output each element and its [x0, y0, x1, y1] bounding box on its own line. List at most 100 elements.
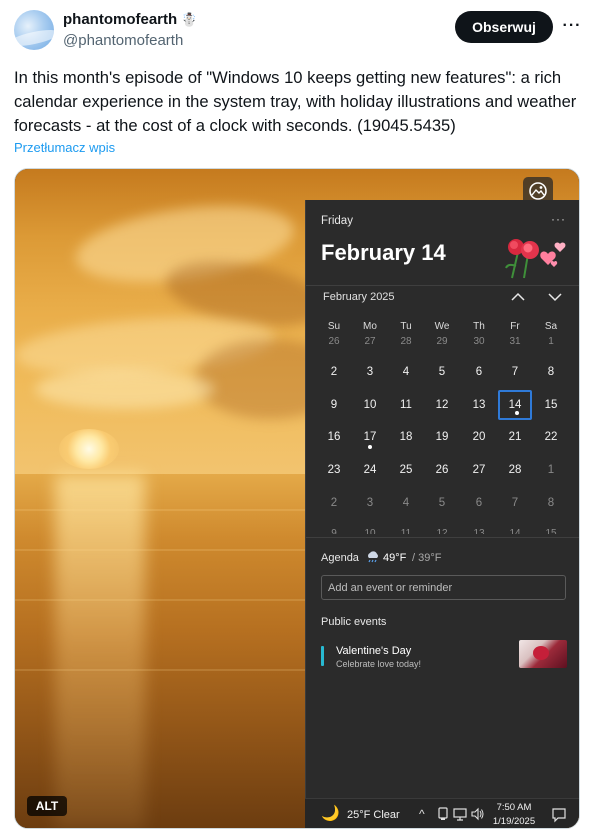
calendar-day[interactable]: 16 — [316, 422, 352, 452]
calendar-day-number: 4 — [402, 497, 410, 509]
calendar-day[interactable]: 4 — [388, 357, 424, 387]
volume-icon[interactable] — [470, 807, 484, 821]
calendar-day[interactable]: 28 — [497, 455, 533, 485]
calendar-day-number: 19 — [435, 431, 449, 443]
calendar-day-number: 24 — [363, 464, 377, 476]
network-icon[interactable] — [453, 807, 467, 821]
calendar-day-clipped: 15 — [545, 528, 557, 534]
weekday-label: Fr — [510, 321, 520, 332]
calendar-day[interactable]: 8 — [533, 357, 569, 387]
calendar-day[interactable]: 7 — [497, 357, 533, 387]
weekday-label: Sa — [544, 321, 558, 332]
calendar-day[interactable]: 24 — [352, 455, 388, 485]
translate-link[interactable]: Przetłumacz wpis — [14, 140, 115, 155]
calendar-day-number: 3 — [366, 366, 374, 378]
alt-text-badge[interactable]: ALT — [27, 796, 67, 816]
previous-month-chevron-up-icon[interactable] — [508, 288, 528, 306]
calendar-day-today[interactable]: 14 — [498, 390, 532, 420]
device-icon[interactable] — [436, 807, 450, 821]
more-options-icon[interactable]: ··· — [560, 14, 584, 38]
calendar-day-number: 27 — [472, 464, 486, 476]
calendar-day-number: 16 — [327, 431, 341, 443]
taskbar-time[interactable]: 7:50 AM — [490, 802, 538, 813]
calendar-day-number: 11 — [400, 399, 412, 411]
separator — [306, 285, 579, 286]
sun — [59, 429, 119, 469]
event-indicator-dot — [368, 445, 372, 449]
calendar-day[interactable]: 23 — [316, 455, 352, 485]
calendar-day[interactable]: 5 — [424, 357, 460, 387]
calendar-day-number: 1 — [547, 464, 555, 476]
avatar[interactable] — [14, 10, 54, 50]
weather-low: / 39°F — [412, 552, 442, 564]
cloud — [35, 369, 215, 409]
calendar-day[interactable]: 15 — [533, 390, 569, 420]
calendar-day[interactable]: 17 — [352, 422, 388, 452]
calendar-day[interactable]: 2 — [316, 488, 352, 518]
calendar-day[interactable]: 3 — [352, 357, 388, 387]
calendar-day-number: 20 — [472, 431, 486, 443]
weekday-label: We — [434, 321, 450, 332]
public-events-label: Public events — [321, 616, 387, 628]
event-thumbnail[interactable] — [519, 640, 567, 668]
weekday-label: Tu — [400, 321, 412, 332]
calendar-day[interactable]: 11 — [388, 390, 424, 420]
flyout-more-icon[interactable]: ··· — [551, 212, 566, 226]
add-event-input[interactable] — [321, 575, 566, 600]
calendar-day[interactable]: 3 — [352, 488, 388, 518]
display-name[interactable]: phantomofearth ☃️ — [63, 11, 197, 28]
follow-button[interactable]: Obserwuj — [455, 11, 553, 43]
calendar-day-number: 25 — [399, 464, 413, 476]
show-hidden-icons-chevron-icon[interactable]: ^ — [419, 807, 425, 821]
calendar-day-number: 9 — [330, 399, 338, 411]
calendar-day-number: 3 — [366, 497, 374, 509]
calendar-day[interactable]: 4 — [388, 488, 424, 518]
calendar-day[interactable]: 9 — [316, 390, 352, 420]
day-name: Friday — [321, 215, 353, 227]
calendar-flyout: Friday ··· February 14 February 2025 Su M… — [305, 200, 579, 798]
month-label[interactable]: February 2025 — [323, 291, 395, 303]
calendar-day[interactable]: 2 — [316, 357, 352, 387]
calendar-day[interactable]: 25 — [388, 455, 424, 485]
calendar-day[interactable]: 18 — [388, 422, 424, 452]
calendar-day[interactable]: 6 — [461, 488, 497, 518]
calendar-day-number: 2 — [330, 497, 338, 509]
calendar-day[interactable]: 19 — [424, 422, 460, 452]
calendar-day[interactable]: 13 — [461, 390, 497, 420]
tweet-text: In this month's episode of "Windows 10 k… — [14, 68, 577, 135]
event-indicator-dot — [515, 411, 519, 415]
calendar-day[interactable]: 27 — [461, 455, 497, 485]
calendar-day-number: 13 — [472, 399, 486, 411]
next-month-chevron-down-icon[interactable] — [545, 288, 565, 306]
tweet-media[interactable]: Friday ··· February 14 February 2025 Su M… — [14, 168, 580, 829]
calendar-day-number: 15 — [544, 399, 558, 411]
calendar-day[interactable]: 26 — [424, 455, 460, 485]
calendar-day[interactable]: 1 — [533, 455, 569, 485]
calendar-day-clipped: 12 — [436, 528, 448, 534]
taskbar-date[interactable]: 1/19/2025 — [490, 816, 538, 827]
user-handle[interactable]: @phantomofearth — [63, 32, 183, 49]
calendar-day-clipped: 13 — [473, 528, 485, 534]
calendar-day-number: 14 — [508, 399, 522, 411]
calendar-day[interactable]: 21 — [497, 422, 533, 452]
calendar-day[interactable]: 5 — [424, 488, 460, 518]
moon-icon[interactable]: 🌙 — [321, 804, 340, 822]
weather-high: 49°F — [383, 552, 407, 564]
calendar-day[interactable]: 10 — [352, 390, 388, 420]
weekday-label: Su — [327, 321, 341, 332]
calendar-day[interactable]: 12 — [424, 390, 460, 420]
calendar-day[interactable]: 6 — [461, 357, 497, 387]
calendar-day[interactable]: 20 — [461, 422, 497, 452]
taskbar-weather[interactable]: 25°F Clear — [347, 809, 400, 821]
calendar-day-number: 8 — [547, 366, 555, 378]
calendar-day[interactable]: 7 — [497, 488, 533, 518]
calendar-day-number: 7 — [511, 497, 519, 509]
selected-date: February 14 — [321, 240, 446, 265]
calendar-day[interactable]: 8 — [533, 488, 569, 518]
event-title[interactable]: Valentine's Day — [336, 645, 411, 657]
calendar-day-clipped: 14 — [509, 528, 521, 534]
display-name-text[interactable]: phantomofearth — [63, 11, 177, 28]
calendar-day[interactable]: 22 — [533, 422, 569, 452]
calendar-day-number: 26 — [435, 464, 449, 476]
notification-center-icon[interactable] — [551, 807, 567, 823]
